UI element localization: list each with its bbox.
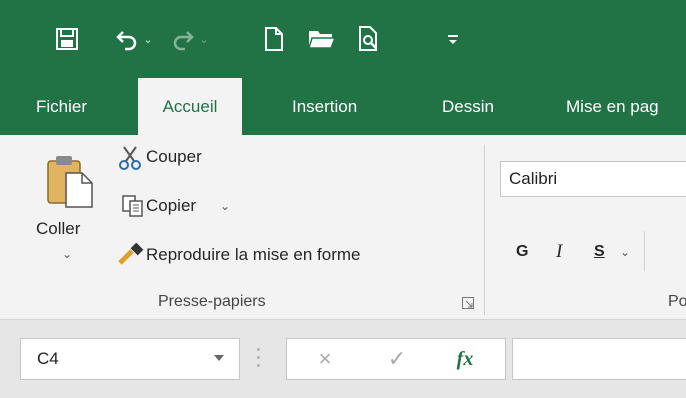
ribbon-tabs: Fichier Accueil Insertion Dessin Mise en… [0, 78, 686, 136]
formula-buttons: × ✓ fx [286, 338, 506, 380]
undo-button[interactable]: ⌄ [112, 20, 156, 58]
format-painter-button[interactable]: Reproduire la mise en forme [146, 245, 360, 265]
insert-function-button[interactable]: fx [447, 339, 483, 379]
enter-button[interactable]: ✓ [379, 339, 415, 379]
paste-dropdown-icon[interactable]: ⌄ [62, 247, 72, 261]
save-icon[interactable] [52, 20, 82, 58]
format-painter-icon [118, 243, 144, 265]
paste-label: Coller [36, 219, 81, 238]
copy-icon [122, 195, 143, 217]
open-folder-icon[interactable] [306, 20, 338, 58]
font-name-combobox[interactable]: Calibri [500, 161, 686, 197]
undo-icon [116, 31, 137, 51]
tab-insertion[interactable]: Insertion [292, 78, 357, 135]
font-separator [644, 231, 645, 271]
print-preview-icon[interactable] [356, 20, 384, 58]
scissors-icon [119, 146, 141, 170]
dialog-launcher-icon[interactable] [462, 297, 474, 309]
formula-input[interactable] [512, 338, 686, 380]
cut-button[interactable]: Couper [146, 147, 202, 167]
group-label-clipboard: Presse-papiers [158, 293, 266, 310]
ribbon-panel: Coller ⌄ Couper Copier ⌄ Reproduire la m… [0, 135, 686, 320]
bold-button[interactable]: G [516, 243, 528, 261]
redo-button[interactable]: ⌄ [168, 20, 212, 58]
tab-accueil[interactable]: Accueil [138, 78, 242, 136]
cancel-button[interactable]: × [307, 339, 343, 379]
tab-mise-en-page[interactable]: Mise en pag [566, 78, 659, 135]
copy-button[interactable]: Copier [146, 196, 196, 216]
chevron-down-icon[interactable] [213, 353, 225, 363]
customize-qat-icon[interactable] [444, 20, 462, 58]
group-separator [484, 145, 485, 315]
redo-dropdown-icon[interactable]: ⌄ [199, 33, 208, 46]
quick-access-toolbar: ⌄ ⌄ [0, 0, 686, 78]
tab-fichier[interactable]: Fichier [36, 78, 87, 135]
undo-dropdown-icon[interactable]: ⌄ [143, 33, 152, 46]
tab-dessin[interactable]: Dessin [442, 78, 494, 135]
group-label-font: Po [668, 293, 686, 310]
paste-icon [47, 156, 93, 208]
paste-button[interactable]: Coller [36, 153, 106, 243]
italic-button[interactable]: I [556, 241, 562, 263]
underline-dropdown-icon[interactable]: ⌄ [620, 245, 630, 259]
name-box-value: C4 [37, 349, 59, 368]
new-document-icon[interactable] [262, 20, 286, 58]
copy-dropdown-icon[interactable]: ⌄ [220, 199, 230, 213]
redo-icon [174, 31, 195, 51]
underline-button[interactable]: S [594, 243, 605, 261]
resize-grip[interactable] [257, 348, 261, 370]
name-box[interactable]: C4 [20, 338, 240, 380]
